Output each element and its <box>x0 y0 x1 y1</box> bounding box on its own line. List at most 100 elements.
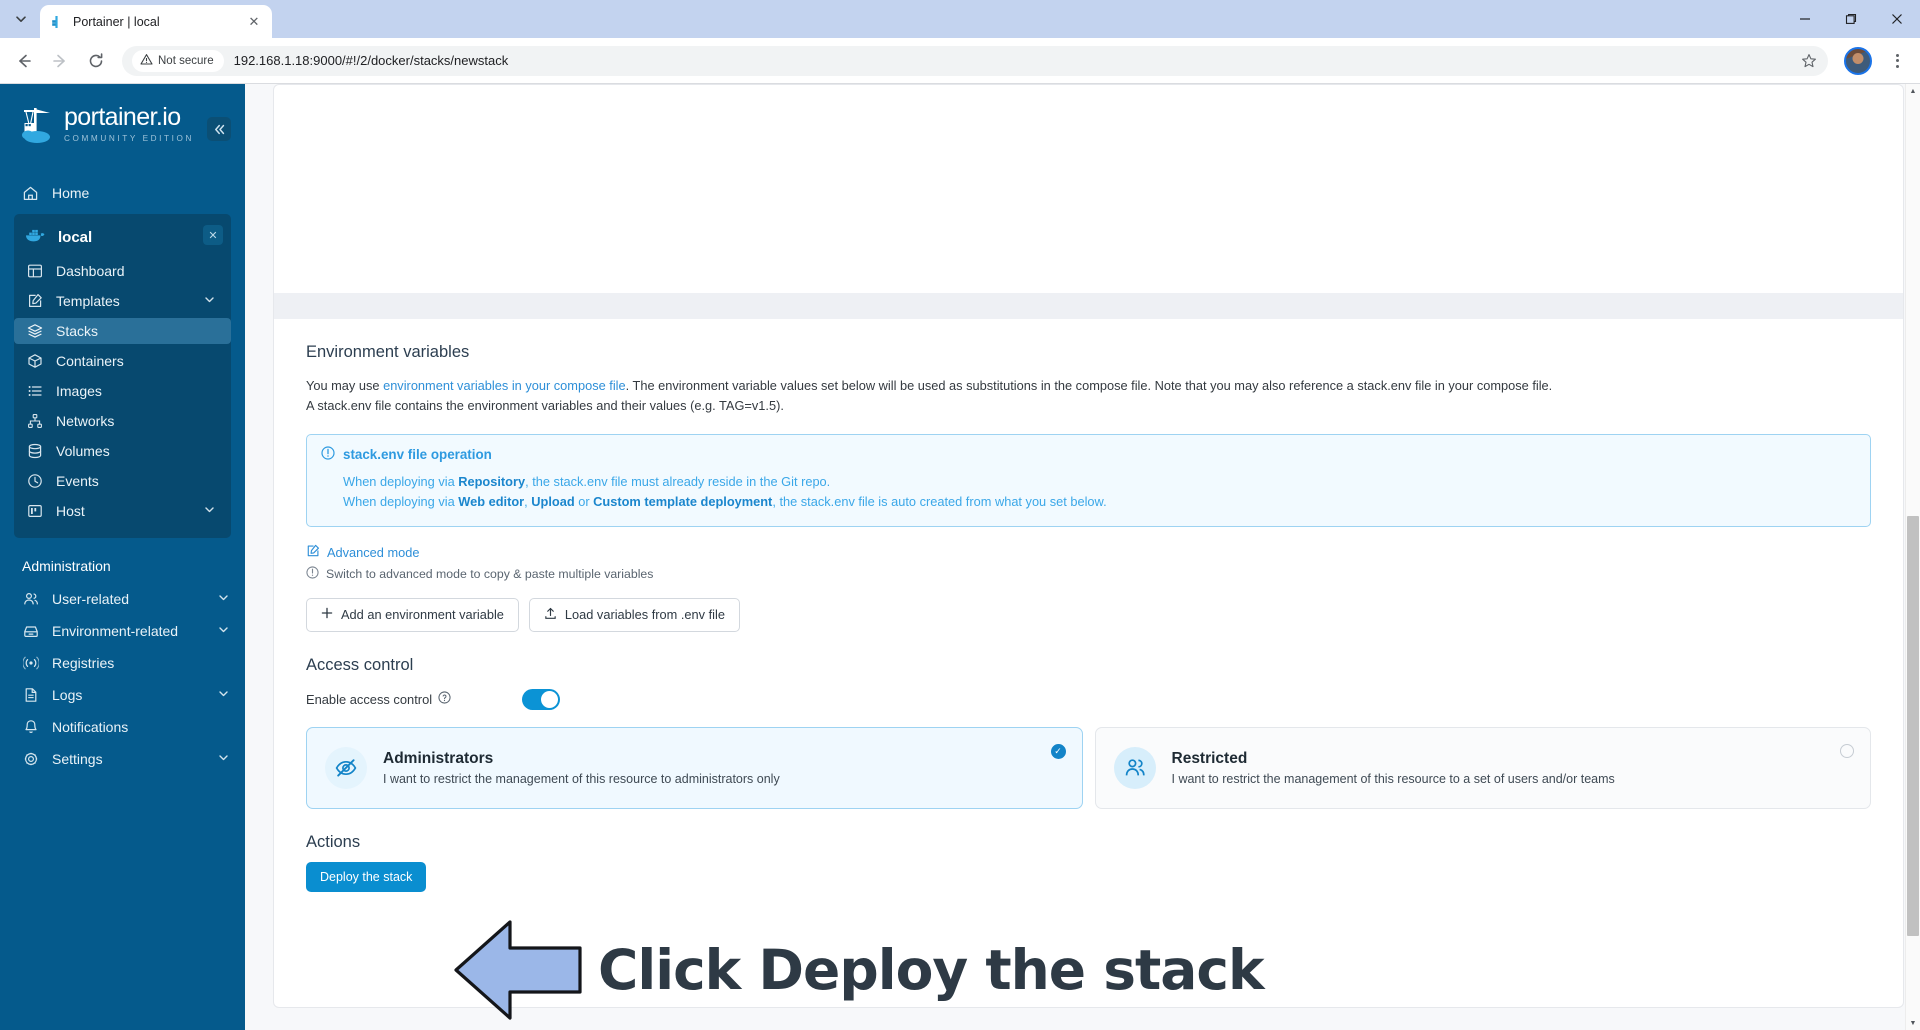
radio-circle-icon[interactable] <box>1840 743 1854 758</box>
stacks-icon <box>26 323 43 340</box>
window-controls <box>1782 0 1920 38</box>
arrow-left-icon[interactable] <box>8 45 40 77</box>
users-icon <box>1113 746 1156 789</box>
chevron-down-icon[interactable] <box>218 688 229 702</box>
deploy-the-stack-button[interactable]: Deploy the stack <box>306 861 427 892</box>
sidebar-item-label: Stacks <box>56 323 99 339</box>
caret-down-icon[interactable]: ▼ <box>1906 1016 1920 1030</box>
question-circle-icon[interactable] <box>438 691 451 707</box>
line2-b: Web editor <box>458 494 525 510</box>
sidebar-item-dashboard[interactable]: Dashboard <box>14 258 231 284</box>
access-option-text-wrap: Administrators I want to restrict the ma… <box>383 750 780 786</box>
sidebar-item-label: Logs <box>52 687 83 703</box>
add-environment-variable-label: Add an environment variable <box>341 607 504 623</box>
warning-triangle-icon <box>140 53 153 69</box>
registries-icon <box>22 655 39 672</box>
page-title-environment-variables: Environment variables <box>306 343 470 361</box>
enable-access-control-toggle[interactable] <box>522 688 560 710</box>
access-option-title: Restricted <box>1171 749 1248 767</box>
browser-tab[interactable]: Portainer | local ✕ <box>40 5 272 38</box>
sidebar-section-administration: Administration <box>22 558 111 574</box>
edit-square-icon <box>306 544 320 561</box>
window-close-icon[interactable] <box>1874 0 1920 38</box>
dashboard-icon <box>26 263 43 280</box>
line2-f: Custom template deployment <box>593 494 773 510</box>
load-variables-from-env-button[interactable]: Load variables from .env file <box>528 597 740 632</box>
star-icon[interactable] <box>1796 53 1822 69</box>
line1-a: When deploying via <box>343 473 459 489</box>
access-option-restricted[interactable]: Restricted I want to restrict the manage… <box>1094 726 1871 809</box>
security-indicator[interactable]: Not secure <box>132 49 224 72</box>
chevron-down-icon[interactable] <box>218 752 229 766</box>
sidebar-item-host[interactable]: Host <box>14 498 231 524</box>
sidebar-item-user-related[interactable]: User-related <box>0 586 245 612</box>
info-circle-icon <box>306 566 319 582</box>
add-environment-variable-button[interactable]: Add an environment variable <box>306 597 519 632</box>
sidebar-item-label: Notifications <box>52 719 129 735</box>
sidebar-item-label: Environment-related <box>52 623 179 639</box>
sidebar-item-label: Templates <box>56 293 120 309</box>
tab-search-button[interactable] <box>6 4 36 34</box>
sidebar-item-registries[interactable]: Registries <box>0 650 245 676</box>
reload-icon[interactable] <box>80 45 112 77</box>
chevron-down-icon[interactable] <box>204 294 215 308</box>
access-option-administrators[interactable]: Administrators I want to restrict the ma… <box>306 726 1083 809</box>
page-scrollbar[interactable]: ▲ ▼ <box>1905 84 1920 1030</box>
sidebar-item-containers[interactable]: Containers <box>14 348 231 374</box>
sidebar-item-stacks[interactable]: Stacks <box>14 318 231 344</box>
sidebar-item-label: Events <box>56 473 99 489</box>
sidebar-item-label: Volumes <box>56 443 110 459</box>
line2-g: , the stack.env file is auto created fro… <box>772 494 1107 510</box>
sidebar-item-logs[interactable]: Logs <box>0 682 245 708</box>
chevron-down-icon[interactable] <box>218 592 229 606</box>
eye-off-icon <box>325 746 367 789</box>
minimize-icon[interactable] <box>1782 0 1828 38</box>
arrow-right-icon <box>44 45 76 77</box>
sidebar-item-images[interactable]: Images <box>14 378 231 404</box>
sidebar-item-networks[interactable]: Networks <box>14 408 231 434</box>
enable-access-control-row: Enable access control <box>306 688 1871 710</box>
sidebar-item-volumes[interactable]: Volumes <box>14 438 231 464</box>
sidebar-item-label: Home <box>52 185 90 201</box>
browser-toolbar: Not secure 192.168.1.18:9000/#!/2/docker… <box>0 38 1920 84</box>
enable-access-control-label-wrap: Enable access control <box>306 691 522 707</box>
advanced-mode-link[interactable]: Advanced mode <box>306 544 1871 561</box>
compose-file-docs-link[interactable]: environment variables in your compose fi… <box>383 378 626 393</box>
sidebar-item-settings[interactable]: Settings <box>0 746 245 772</box>
portainer-logo-icon <box>20 104 56 144</box>
check-circle-icon[interactable]: ✓ <box>1050 743 1066 759</box>
close-icon[interactable]: ✕ <box>203 225 223 245</box>
enable-access-control-label: Enable access control <box>306 691 433 707</box>
sidebar-item-home[interactable]: Home <box>0 180 245 206</box>
logo-text-wrap: portainer.io COMMUNITY EDITION <box>64 105 194 144</box>
sidebar-item-label: Dashboard <box>56 263 125 279</box>
close-icon[interactable]: ✕ <box>245 14 263 30</box>
line1-c: , the stack.env file must already reside… <box>525 473 831 489</box>
sidebar-item-templates[interactable]: Templates <box>14 288 231 314</box>
access-option-subtitle: I want to restrict the management of thi… <box>1171 771 1615 786</box>
sidebar-item-notifications[interactable]: Notifications <box>0 714 245 740</box>
desc-part-1: You may use <box>306 378 384 393</box>
chevron-down-icon[interactable] <box>204 504 215 518</box>
sidebar-item-environment-related[interactable]: Environment-related <box>0 618 245 644</box>
advanced-mode-hint-text: Switch to advanced mode to copy & paste … <box>326 566 654 581</box>
sidebar-item-events[interactable]: Events <box>14 468 231 494</box>
chevrons-left-icon[interactable] <box>207 117 231 141</box>
stack-form-panel: Environment variables You may use enviro… <box>273 84 1904 1008</box>
avatar[interactable] <box>1844 46 1872 75</box>
address-bar[interactable]: Not secure 192.168.1.18:9000/#!/2/docker… <box>122 45 1828 76</box>
advanced-mode-label: Advanced mode <box>327 544 420 560</box>
sidebar-environment-header[interactable]: local <box>14 220 231 254</box>
networks-icon <box>26 413 43 430</box>
maximize-icon[interactable] <box>1828 0 1874 38</box>
chevron-down-icon[interactable] <box>218 624 229 638</box>
containers-icon <box>26 353 43 370</box>
caret-up-icon[interactable]: ▲ <box>1906 84 1920 98</box>
scrollbar-thumb[interactable] <box>1907 516 1919 936</box>
info-circle-icon <box>321 446 335 463</box>
load-variables-label: Load variables from .env file <box>564 607 725 623</box>
compose-editor-area[interactable] <box>306 85 1871 293</box>
users-icon <box>22 591 39 608</box>
three-dots-icon[interactable] <box>1882 45 1912 77</box>
app-shell: portainer.io COMMUNITY EDITION Home loca… <box>0 84 1920 1030</box>
